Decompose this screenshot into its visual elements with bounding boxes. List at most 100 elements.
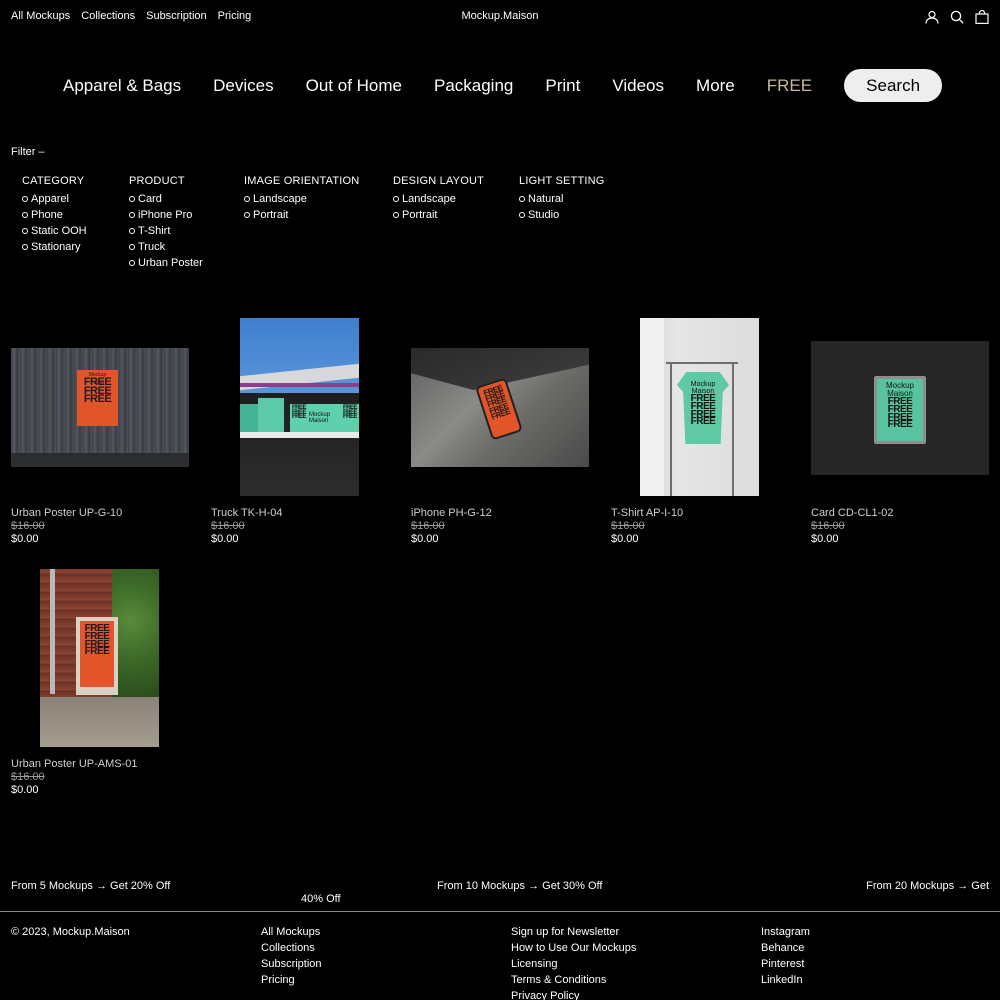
footer-link[interactable]: Collections	[261, 940, 322, 956]
filter-option[interactable]: Landscape	[393, 191, 484, 207]
filter-option[interactable]: Apparel	[22, 191, 87, 207]
filter-group-image-orientation: IMAGE ORIENTATION Landscape Portrait	[244, 175, 359, 223]
filter-option-label: Landscape	[253, 193, 307, 205]
filter-toggle[interactable]: Filter –	[11, 146, 45, 158]
footer-link-pinterest[interactable]: Pinterest	[761, 956, 810, 972]
category-videos[interactable]: Videos	[612, 76, 664, 96]
promo-40-off-cont: 40% Off	[301, 893, 341, 905]
product-card[interactable]: Mockup FREE FREE FREE Poster Urban Poste…	[11, 318, 189, 558]
user-icon[interactable]	[925, 10, 939, 24]
filter-option[interactable]: Studio	[519, 207, 605, 223]
promo-40-off: From 20 Mockups → Get	[866, 880, 989, 892]
filter-option-label: Truck	[138, 241, 166, 253]
filter-option[interactable]: Truck	[129, 239, 203, 255]
filter-option-label: Natural	[528, 193, 564, 205]
category-more[interactable]: More	[696, 76, 735, 96]
radio-circle-icon	[129, 196, 135, 202]
radio-circle-icon	[393, 212, 399, 218]
top-bar: All Mockups Collections Subscription Pri…	[0, 0, 1000, 34]
radio-circle-icon	[244, 212, 250, 218]
radio-circle-icon	[129, 260, 135, 266]
product-info: Urban Poster UP-G-10 $16.00 $0.00	[11, 507, 189, 546]
filter-option-label: Landscape	[402, 193, 456, 205]
filter-option-label: Portrait	[253, 209, 289, 221]
filter-option[interactable]: Portrait	[393, 207, 484, 223]
product-name[interactable]: T-Shirt AP-I-10	[611, 507, 789, 520]
product-name[interactable]: iPhone PH-G-12	[411, 507, 589, 520]
product-name[interactable]: Urban Poster UP-AMS-01	[11, 758, 189, 771]
product-card[interactable]: Mockup Maison FREE FREE FREE FREE T-Shir…	[611, 318, 789, 558]
filter-option[interactable]: iPhone Pro	[129, 207, 203, 223]
product-card[interactable]: FREE FREE FREE Mockup Maison FREE FREE F…	[211, 318, 389, 558]
footer-link[interactable]: How to Use Our Mockups	[511, 940, 636, 956]
category-nav: Apparel & Bags Devices Out of Home Packa…	[63, 69, 943, 102]
filter-option[interactable]: Landscape	[244, 191, 359, 207]
filter-option[interactable]: Phone	[22, 207, 87, 223]
filter-option[interactable]: Portrait	[244, 207, 359, 223]
footer-link-instagram[interactable]: Instagram	[761, 924, 810, 940]
nav-all-mockups[interactable]: All Mockups	[11, 10, 70, 22]
nav-pricing[interactable]: Pricing	[218, 10, 252, 22]
filter-option-label: Urban Poster	[138, 257, 203, 269]
product-name[interactable]: Card CD-CL1-02	[811, 507, 989, 520]
tshirt-free-text: FREE FREE FREE FREE	[677, 394, 729, 427]
category-out-of-home[interactable]: Out of Home	[306, 76, 402, 96]
radio-circle-icon	[129, 212, 135, 218]
footer-link[interactable]: Subscription	[261, 956, 322, 972]
radio-circle-icon	[393, 196, 399, 202]
search-icon[interactable]	[950, 10, 964, 24]
free-line: FREE	[84, 646, 110, 658]
filter-group-title: LIGHT SETTING	[519, 175, 605, 187]
category-packaging[interactable]: Packaging	[434, 76, 513, 96]
free-line: FREE	[342, 414, 358, 421]
category-free[interactable]: FREE	[767, 76, 812, 96]
product-image[interactable]: Mockup Maison FREE FREE FREE FREE	[811, 341, 989, 475]
canopy-trim-shape	[240, 383, 359, 387]
filter-option[interactable]: Stationary	[22, 239, 87, 255]
footer-link[interactable]: Privacy Policy	[511, 988, 636, 1000]
product-info: T-Shirt AP-I-10 $16.00 $0.00	[611, 507, 789, 546]
truck-box-shape: FREE FREE FREE Mockup Maison FREE FREE F…	[290, 404, 359, 432]
nav-subscription[interactable]: Subscription	[146, 10, 207, 22]
category-apparel-bags[interactable]: Apparel & Bags	[63, 76, 181, 96]
product-old-price: $16.00	[11, 771, 45, 783]
truck-maison-line: Maison	[309, 418, 329, 424]
filter-option[interactable]: Urban Poster	[129, 255, 203, 271]
bag-icon[interactable]	[975, 10, 989, 24]
category-print[interactable]: Print	[545, 76, 580, 96]
category-devices[interactable]: Devices	[213, 76, 273, 96]
foliage-shape	[112, 569, 159, 699]
filter-option-label: Stationary	[31, 241, 81, 253]
footer-link[interactable]: Licensing	[511, 956, 636, 972]
card-free-text: FREE FREE FREE FREE	[877, 397, 923, 430]
pavement-shape	[40, 697, 159, 747]
product-image[interactable]: FREE FREE FREE FREE FREE	[411, 348, 589, 467]
filter-option[interactable]: Card	[129, 191, 203, 207]
product-image[interactable]: FREE FREE FREE FREE	[40, 569, 159, 747]
nav-collections[interactable]: Collections	[81, 10, 135, 22]
brand-logo[interactable]: Mockup.Maison	[461, 10, 538, 22]
product-name[interactable]: Truck TK-H-04	[211, 507, 389, 520]
product-image[interactable]: Mockup Maison FREE FREE FREE FREE	[640, 318, 759, 496]
product-image[interactable]: Mockup FREE FREE FREE Poster	[11, 348, 189, 467]
footer-link[interactable]: Sign up for Newsletter	[511, 924, 636, 940]
filter-option-label: Phone	[31, 209, 63, 221]
footer-link[interactable]: All Mockups	[261, 924, 322, 940]
radio-circle-icon	[519, 196, 525, 202]
product-card[interactable]: FREE FREE FREE FREE Urban Poster UP-AMS-…	[11, 569, 189, 809]
product-name[interactable]: Urban Poster UP-G-10	[11, 507, 189, 520]
product-card[interactable]: FREE FREE FREE FREE FREE iPhone PH-G-12 …	[411, 318, 589, 558]
product-image[interactable]: FREE FREE FREE Mockup Maison FREE FREE F…	[240, 318, 359, 496]
footer-link-behance[interactable]: Behance	[761, 940, 810, 956]
top-nav: All Mockups Collections Subscription Pri…	[11, 10, 251, 22]
footer-link[interactable]: Pricing	[261, 972, 322, 988]
footer-link-linkedin[interactable]: LinkedIn	[761, 972, 810, 988]
filter-option[interactable]: Natural	[519, 191, 605, 207]
rack-pole-shape	[732, 362, 734, 496]
search-button[interactable]: Search	[844, 69, 943, 102]
filter-option[interactable]: T-Shirt	[129, 223, 203, 239]
product-card[interactable]: Mockup Maison FREE FREE FREE FREE Card C…	[811, 318, 989, 558]
phone-shape: FREE FREE FREE FREE FREE	[475, 377, 523, 441]
filter-option[interactable]: Static OOH	[22, 223, 87, 239]
footer-link[interactable]: Terms & Conditions	[511, 972, 636, 988]
